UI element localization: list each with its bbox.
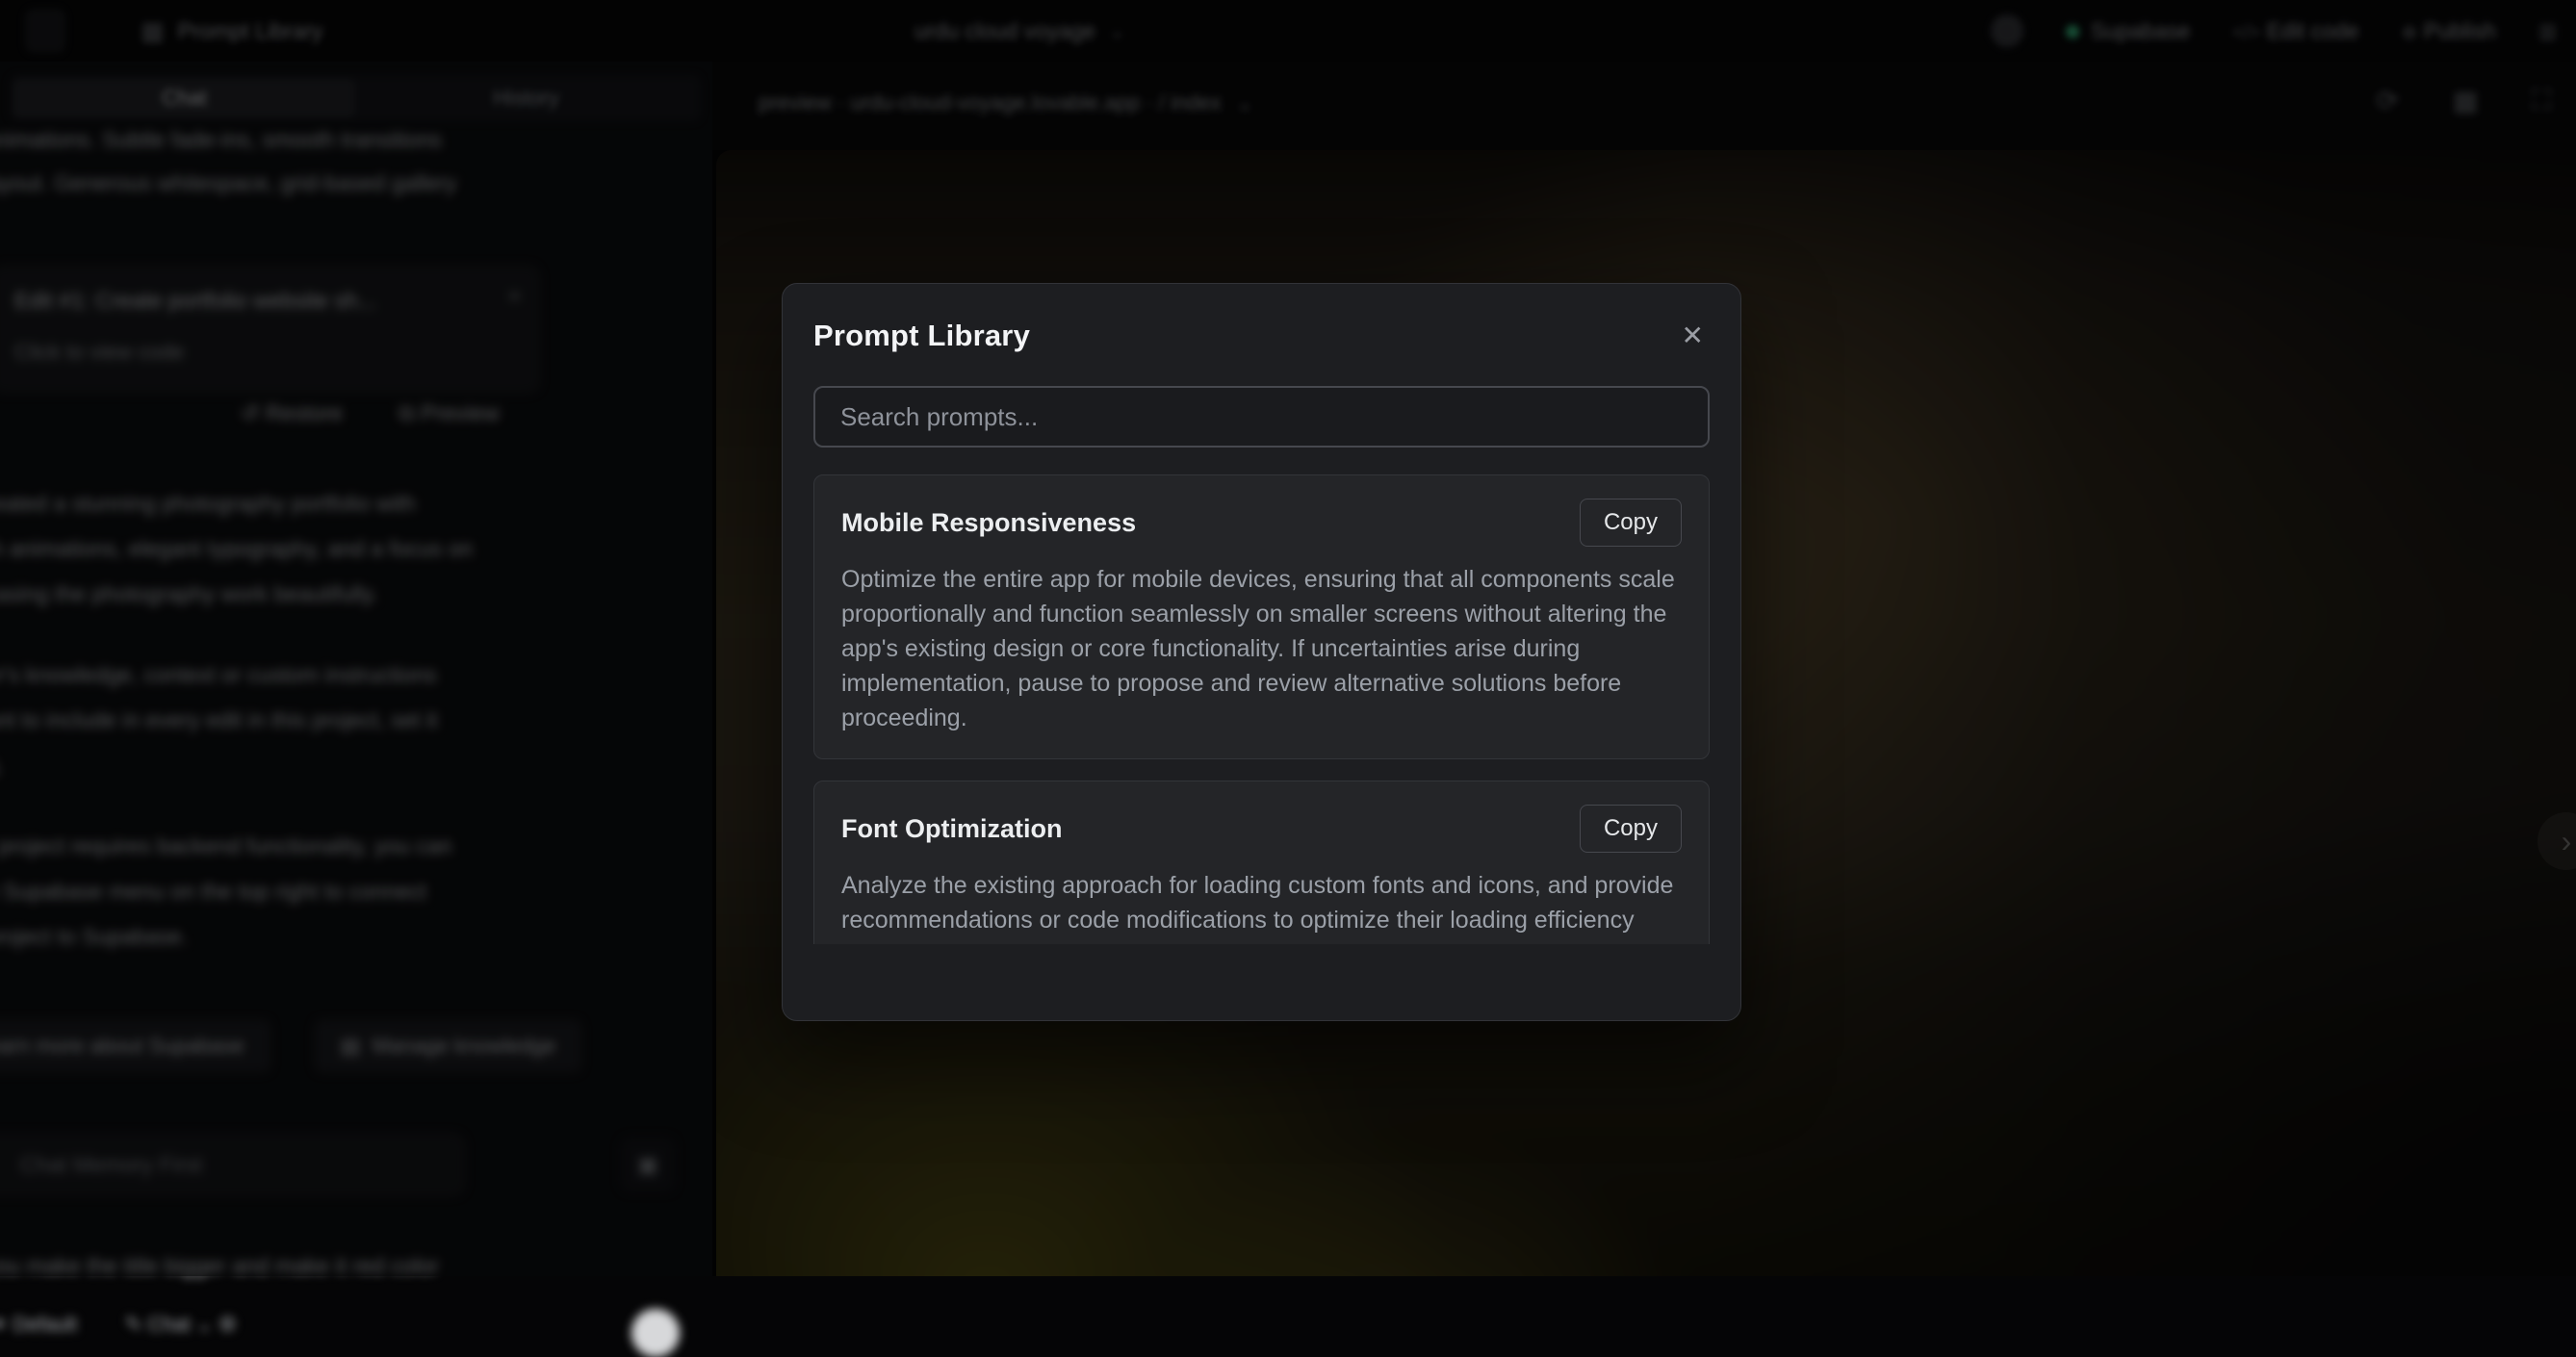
prompt-list: Mobile Responsiveness Copy Optimize the … <box>813 474 1710 944</box>
copy-button[interactable]: Copy <box>1580 805 1682 853</box>
prompt-title: Font Optimization <box>841 814 1062 844</box>
mode-chat-button[interactable]: ✎ Chat ⌄ ⚙ <box>125 1313 237 1337</box>
close-icon[interactable]: ✕ <box>1676 319 1710 353</box>
prompt-description: Optimize the entire app for mobile devic… <box>841 562 1682 735</box>
prompt-description: Analyze the existing approach for loadin… <box>841 868 1682 937</box>
modal-title: Prompt Library <box>813 319 1030 353</box>
prompt-library-modal: Prompt Library ✕ Mobile Responsiveness C… <box>782 283 1741 1021</box>
prompt-card-font-optimization: Font Optimization Copy Analyze the exist… <box>813 781 1710 944</box>
mode-default-button[interactable]: ✦ Default <box>0 1313 77 1337</box>
copy-button[interactable]: Copy <box>1580 499 1682 547</box>
search-input[interactable] <box>813 386 1710 448</box>
prompt-title: Mobile Responsiveness <box>841 508 1136 538</box>
send-button[interactable] <box>631 1309 680 1357</box>
prompt-card-mobile-responsiveness: Mobile Responsiveness Copy Optimize the … <box>813 474 1710 759</box>
